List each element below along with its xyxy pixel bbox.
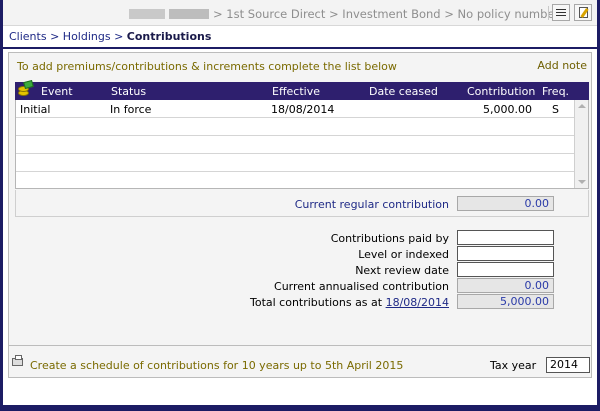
breadcrumb-clients[interactable]: Clients [9, 30, 47, 43]
redacted-client-surname [169, 9, 209, 19]
paid-by-input[interactable] [457, 230, 554, 245]
divider [8, 345, 592, 346]
paid-by-label: Contributions paid by [330, 232, 449, 245]
annualised-label: Current annualised contribution [274, 280, 449, 293]
edit-note-icon[interactable] [574, 4, 592, 21]
table-row[interactable] [16, 118, 574, 136]
breadcrumb-holdings[interactable]: Holdings [63, 30, 111, 43]
table-scrollbar[interactable] [574, 100, 588, 188]
col-frequency: Freq. [542, 85, 570, 98]
table-row[interactable] [16, 154, 574, 172]
cell-status: In force [110, 103, 152, 116]
breadcrumb-separator: > [50, 30, 60, 43]
scroll-down-icon[interactable] [578, 180, 586, 184]
total-field: 5,000.00 [457, 294, 554, 309]
contributions-panel: To add premiums/contributions & incremen… [8, 52, 592, 378]
total-label-group: Total contributions as at 18/08/2014 [250, 296, 449, 309]
col-effective: Effective [272, 85, 320, 98]
table-row[interactable]: Initial In force 18/08/2014 5,000.00 S [16, 100, 574, 118]
scroll-up-icon[interactable] [578, 104, 586, 108]
window: > 1st Source Direct > Investment Bond > … [3, 0, 597, 405]
total-date-link[interactable]: 18/08/2014 [386, 296, 449, 309]
current-regular-label: Current regular contribution [294, 198, 449, 211]
col-date-ceased: Date ceased [369, 85, 438, 98]
list-view-icon[interactable] [552, 4, 570, 21]
breadcrumb: Clients > Holdings > Contributions [9, 30, 211, 43]
annualised-field: 0.00 [457, 278, 554, 293]
contributions-table: Initial In force 18/08/2014 5,000.00 S [15, 100, 589, 189]
cell-event: Initial [20, 103, 51, 116]
divider [3, 47, 597, 49]
review-date-label: Next review date [355, 264, 449, 277]
tax-year-label: Tax year [490, 359, 537, 372]
col-contribution: Contribution [467, 85, 536, 98]
table-row[interactable] [16, 136, 574, 154]
current-regular-field: 0.00 [457, 196, 554, 211]
printer-icon[interactable] [12, 355, 23, 366]
table-header: Event Status Effective Date ceased Contr… [15, 79, 589, 100]
breadcrumb-separator: > [114, 30, 124, 43]
col-event: Event [41, 85, 73, 98]
policy-path: > 1st Source Direct > Investment Bond > … [213, 7, 560, 21]
create-schedule-link[interactable]: Create a schedule of contributions for 1… [30, 359, 403, 372]
level-input[interactable] [457, 246, 554, 261]
tax-year-input[interactable]: 2014 [546, 357, 590, 373]
cell-frequency: S [552, 103, 559, 116]
coins-icon [17, 79, 35, 98]
level-label: Level or indexed [358, 248, 449, 261]
toolbar-separator [548, 6, 549, 20]
cell-effective: 18/08/2014 [271, 103, 335, 116]
cell-contribution: 5,000.00 [483, 103, 532, 116]
total-label: Total contributions as at [249, 296, 383, 309]
add-note-link[interactable]: Add note [537, 59, 587, 72]
breadcrumb-current: Contributions [126, 30, 212, 43]
instruction-text: To add premiums/contributions & incremen… [17, 60, 397, 73]
redacted-client-name [129, 9, 165, 19]
table-row[interactable] [16, 172, 574, 190]
review-date-input[interactable] [457, 262, 554, 277]
col-status: Status [111, 85, 147, 98]
top-bar: > 1st Source Direct > Investment Bond > … [3, 0, 597, 26]
